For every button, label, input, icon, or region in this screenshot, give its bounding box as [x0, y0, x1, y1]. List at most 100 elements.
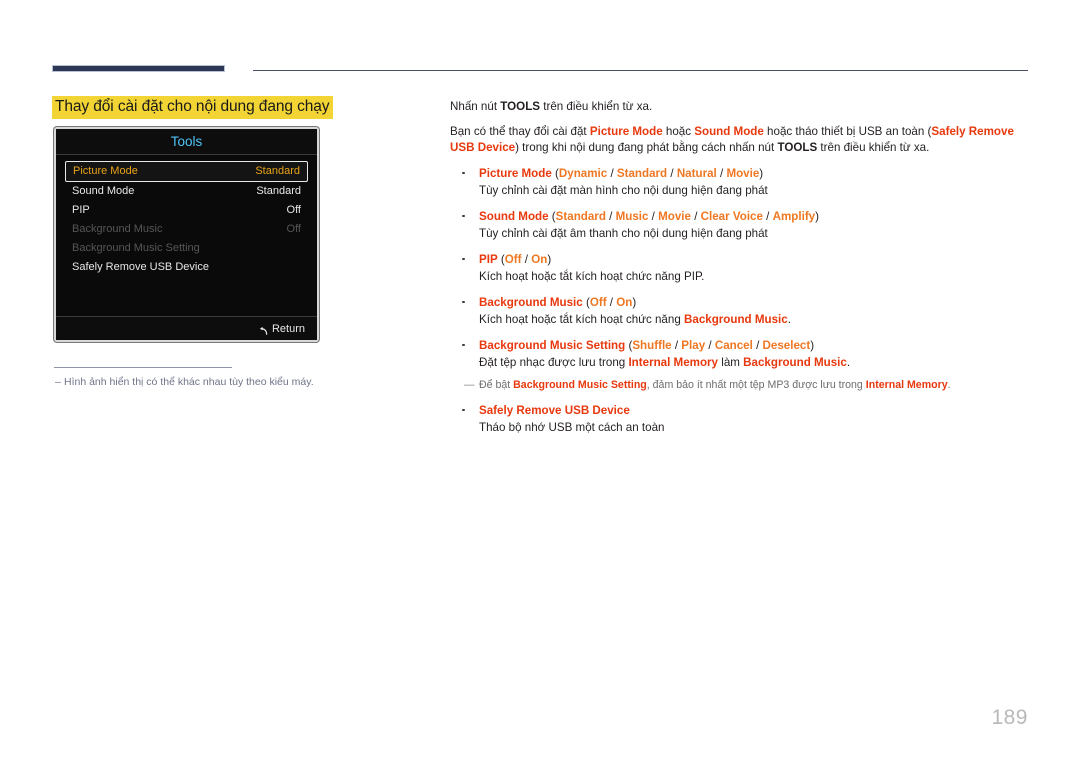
- bullet-dot-icon: [462, 408, 465, 411]
- bullet-dot-icon: [462, 257, 465, 260]
- bullet-option: Off: [504, 252, 522, 266]
- bullet-description: Đặt tệp nhạc được lưu trong Internal Mem…: [479, 354, 1030, 371]
- bullet-heading: Safely Remove USB Device: [479, 402, 1030, 419]
- bullet-background-music: Background Music (Off / On) Kích hoạt ho…: [450, 294, 1030, 328]
- bullet-option: Off: [589, 295, 607, 309]
- lead1-pre: Nhấn nút: [450, 100, 501, 113]
- bullet-option: Movie: [726, 166, 760, 180]
- lead2-sound-mode-term: Sound Mode: [694, 124, 764, 138]
- lead-paragraph-2: Bạn có thể thay đổi cài đặt Picture Mode…: [450, 124, 1030, 157]
- osd-row-safely-remove-usb-device[interactable]: Safely Remove USB Device: [65, 258, 308, 277]
- desc-term-background-music: Background Music: [743, 355, 847, 369]
- bullet-option: Standard: [616, 166, 668, 180]
- desc-term: Background Music: [684, 312, 788, 326]
- osd-return-label[interactable]: Return: [272, 323, 305, 335]
- osd-row-value: Off: [286, 223, 301, 235]
- lead1-post: trên điều khiển từ xa.: [540, 100, 653, 113]
- bullet-term: Safely Remove USB Device: [479, 403, 630, 417]
- bullet-heading: Sound Mode (Standard / Music / Movie / C…: [479, 209, 819, 223]
- lead2-p5: trên điều khiển từ xa.: [817, 141, 930, 154]
- lead2-picture-mode-term: Picture Mode: [589, 124, 663, 138]
- osd-row-background-music-setting: Background Music Setting: [65, 239, 308, 258]
- desc-pre: Đặt tệp nhạc được lưu trong: [479, 355, 629, 369]
- bullet-sound-mode: Sound Mode (Standard / Music / Movie / C…: [450, 208, 1030, 242]
- bullet-heading: Background Music (Off / On): [479, 295, 637, 309]
- bullet-description: Kích hoạt hoặc tắt kích hoạt chức năng B…: [479, 311, 1030, 328]
- subnote-term-1: Background Music Setting: [513, 378, 647, 391]
- bullet-dot-icon: [462, 300, 465, 303]
- bullet-option: Amplify: [772, 209, 816, 223]
- osd-row-label: Background Music: [72, 223, 163, 235]
- osd-row-label: Sound Mode: [72, 185, 135, 197]
- osd-title: Tools: [56, 129, 317, 155]
- feature-bullet-list: Picture Mode (Dynamic / Standard / Natur…: [450, 165, 1030, 436]
- footnote-dash: –: [55, 376, 61, 388]
- bullet-option: Play: [681, 338, 706, 352]
- return-arrow-icon: [257, 324, 269, 336]
- bullet-option: Clear Voice: [700, 209, 763, 223]
- subnote-term-2: Internal Memory: [865, 378, 948, 391]
- bullet-option: Natural: [676, 166, 717, 180]
- osd-row-label: Picture Mode: [73, 165, 138, 177]
- osd-row-sound-mode[interactable]: Sound Mode Standard: [65, 182, 308, 201]
- osd-row-value: Standard: [255, 165, 300, 177]
- bullet-term: Sound Mode: [479, 209, 549, 223]
- bullet-option: Standard: [555, 209, 606, 223]
- osd-row-pip[interactable]: PIP Off: [65, 201, 308, 220]
- bullet-pip: PIP (Off / On) Kích hoạt hoặc tắt kích h…: [450, 251, 1030, 285]
- osd-row-value: Off: [286, 204, 301, 216]
- bullet-option: On: [531, 252, 548, 266]
- page-number: 189: [991, 706, 1028, 729]
- lead2-p3: hoặc tháo thiết bị USB an toàn (: [763, 124, 932, 138]
- bullet-description: Tùy chỉnh cài đặt màn hình cho nội dung …: [479, 183, 768, 197]
- right-column: Nhấn nút TOOLS trên điều khiển từ xa. Bạ…: [450, 99, 1030, 445]
- bullet-heading: Picture Mode (Dynamic / Standard / Natur…: [479, 166, 764, 180]
- background-music-setting-subnote: ― Để bật Background Music Setting, đảm bả…: [450, 378, 1030, 393]
- osd-row-label: Safely Remove USB Device: [72, 261, 209, 273]
- header-accent-bar: [52, 65, 225, 72]
- bullet-description: Tháo bộ nhớ USB một cách an toàn: [479, 420, 665, 434]
- bullet-dot-icon: [462, 343, 465, 346]
- subnote-p2: , đảm bảo ít nhất một tệp MP3 được lưu t…: [646, 378, 866, 391]
- bullet-term: Background Music Setting: [479, 338, 626, 352]
- desc-post: .: [787, 312, 791, 326]
- bullet-option: On: [616, 295, 633, 309]
- desc-post: .: [846, 355, 851, 369]
- bullet-dot-icon: [462, 171, 465, 174]
- bullet-dot-icon: [462, 214, 465, 217]
- desc-pre: Kích hoạt hoặc tắt kích hoạt chức năng: [479, 312, 684, 326]
- bullet-term: Background Music: [479, 295, 583, 309]
- osd-footer: Return: [56, 316, 317, 340]
- subnote-p3: .: [947, 378, 951, 391]
- bullet-option: Deselect: [762, 338, 811, 352]
- bullet-option: Dynamic: [558, 166, 608, 180]
- bullet-heading: PIP (Off / On): [479, 252, 552, 266]
- bullet-picture-mode: Picture Mode (Dynamic / Standard / Natur…: [450, 165, 1030, 199]
- lead-paragraph-1: Nhấn nút TOOLS trên điều khiển từ xa.: [450, 99, 1030, 116]
- lead2-p4: ) trong khi nội dung đang phát bằng cách…: [515, 141, 778, 154]
- bullet-term: PIP: [479, 252, 498, 266]
- bullet-option: Shuffle: [632, 338, 672, 352]
- bullet-option: Movie: [658, 209, 691, 223]
- lead1-tools-keyword: TOOLS: [500, 100, 541, 113]
- osd-row-picture-mode[interactable]: Picture Mode Standard: [65, 161, 308, 182]
- desc-term-internal-memory: Internal Memory: [628, 355, 719, 369]
- subnote-p1: Để bật: [479, 378, 514, 391]
- tools-osd-panel: Tools Picture Mode Standard Sound Mode S…: [54, 127, 319, 342]
- desc-mid: làm: [718, 355, 744, 369]
- left-footnote: – Hình ảnh hiển thị có thể khác nhau tùy …: [55, 375, 415, 389]
- osd-row-value: Standard: [256, 185, 301, 197]
- left-column: Thay đổi cài đặt cho nội dung đang chạy: [52, 96, 424, 119]
- osd-menu-list: Picture Mode Standard Sound Mode Standar…: [56, 155, 317, 312]
- bullet-option: Music: [615, 209, 649, 223]
- bullet-background-music-setting: Background Music Setting (Shuffle / Play…: [450, 337, 1030, 371]
- bullet-description: Kích hoạt hoặc tắt kích hoạt chức năng P…: [479, 269, 705, 283]
- bullet-heading: Background Music Setting (Shuffle / Play…: [479, 338, 815, 352]
- osd-row-background-music: Background Music Off: [65, 220, 308, 239]
- header-rule: [253, 70, 1028, 71]
- osd-row-label: PIP: [72, 204, 90, 216]
- lead2-tools-keyword: TOOLS: [777, 141, 818, 154]
- bullet-description: Tùy chỉnh cài đặt âm thanh cho nội dung …: [479, 226, 768, 240]
- bullet-option: Cancel: [714, 338, 753, 352]
- lead2-p2: hoặc: [662, 124, 695, 138]
